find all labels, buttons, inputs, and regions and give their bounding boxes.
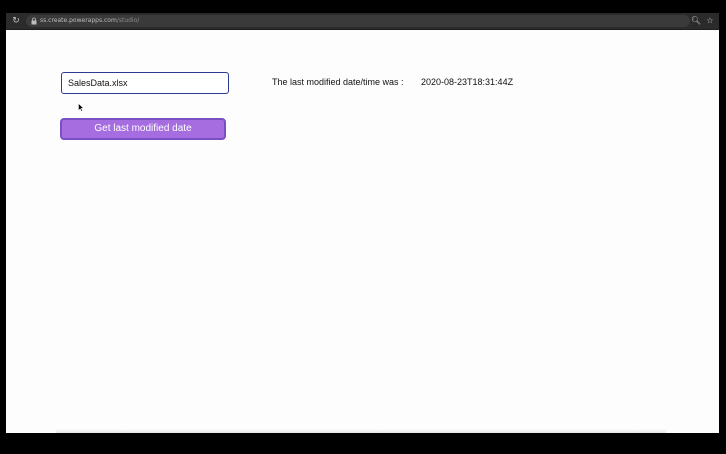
- url-text: ss.create.powerapps.com/studio/: [40, 15, 139, 27]
- file-name-input[interactable]: [61, 72, 229, 94]
- zoom-icon[interactable]: 🔍︎: [690, 15, 702, 27]
- browser-window: ↻ ss.create.powerapps.com/studio/ 🔍︎ ☆ G…: [6, 13, 719, 433]
- get-last-modified-date-button[interactable]: Get last modified date: [60, 118, 226, 140]
- result-label: The last modified date/time was :: [272, 77, 404, 87]
- lock-icon: [31, 17, 37, 25]
- reload-icon[interactable]: ↻: [10, 15, 22, 27]
- mouse-cursor-icon: [78, 103, 84, 112]
- browser-toolbar: ↻ ss.create.powerapps.com/studio/ 🔍︎ ☆: [6, 13, 719, 30]
- result-value: 2020-08-23T18:31:44Z: [421, 77, 514, 87]
- url-path: /studio/: [116, 17, 140, 24]
- star-icon[interactable]: ☆: [704, 15, 716, 27]
- url-host: ss.create.powerapps.com: [40, 17, 117, 24]
- page-bottom-shadow: [56, 429, 666, 433]
- address-bar[interactable]: ss.create.powerapps.com/studio/: [26, 15, 690, 27]
